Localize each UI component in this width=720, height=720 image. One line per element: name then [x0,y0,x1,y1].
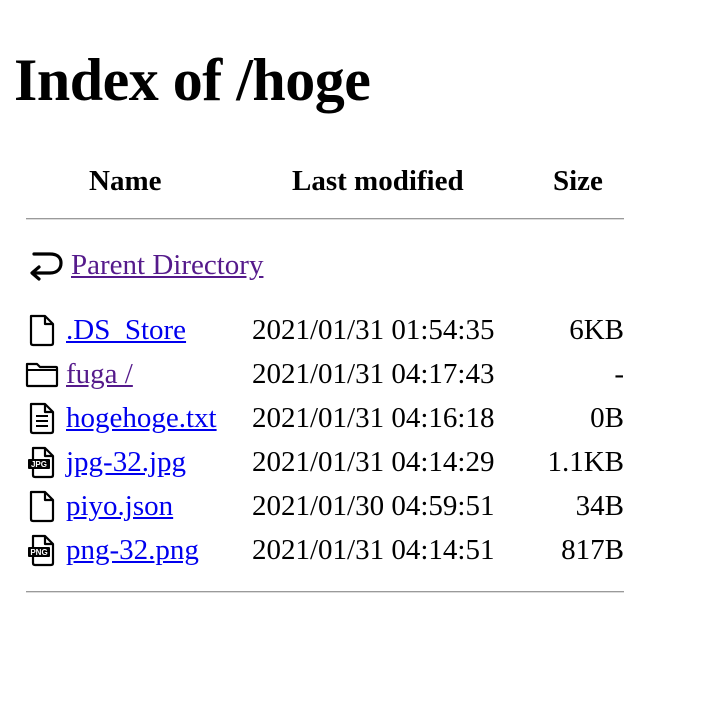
parent-directory-link[interactable]: Parent Directory [71,246,263,284]
file-row[interactable]: fuga / 2021/01/31 04:17:43 - [0,356,720,400]
folder-link[interactable]: fuga / [66,356,133,392]
file-link[interactable]: hogehoge.txt [66,400,217,436]
file-modified: 2021/01/30 04:59:51 [252,490,495,522]
file-size: 817B [561,534,624,566]
file-row[interactable]: hogehoge.txt 2021/01/31 04:16:18 0B [0,400,720,444]
jpg-file-icon[interactable]: JPG [27,445,57,479]
file-row[interactable]: .DS_Store 2021/01/31 01:54:35 6KB [0,312,720,356]
file-size: 0B [590,402,624,434]
file-link[interactable]: jpg-32.jpg [66,444,186,480]
jpg-badge-text: JPG [31,460,47,469]
directory-listing-page: Index of /hoge Name Last modified Size P… [0,0,720,720]
file-size: - [614,358,624,390]
folder-icon[interactable] [25,357,59,391]
file-size: 34B [575,490,624,522]
file-icon[interactable] [27,313,57,347]
png-badge-text: PNG [30,548,47,557]
text-file-icon[interactable] [27,401,57,435]
footer-divider [26,591,624,593]
png-file-icon[interactable]: PNG [27,533,57,567]
header-divider [26,218,624,220]
file-link[interactable]: piyo.json [66,488,173,524]
file-modified: 2021/01/31 04:16:18 [252,402,495,434]
back-arrow-icon[interactable] [28,246,64,282]
page-title: Index of /hoge [14,47,371,113]
column-header-size: Size [553,165,603,197]
file-size: 1.1KB [547,446,624,478]
file-modified: 2021/01/31 04:14:51 [252,534,495,566]
column-header-name: Name [89,165,162,197]
file-link[interactable]: .DS_Store [66,312,186,348]
file-row[interactable]: PNG png-32.png 2021/01/31 04:14:51 817B [0,532,720,576]
file-row[interactable]: JPG jpg-32.jpg 2021/01/31 04:14:29 1.1KB [0,444,720,488]
file-row[interactable]: piyo.json 2021/01/30 04:59:51 34B [0,488,720,532]
file-modified: 2021/01/31 04:17:43 [252,358,495,390]
file-modified: 2021/01/31 04:14:29 [252,446,495,478]
file-size: 6KB [569,314,624,346]
column-header-last-modified: Last modified [292,165,464,197]
file-link[interactable]: png-32.png [66,532,199,568]
file-icon[interactable] [27,489,57,523]
file-modified: 2021/01/31 01:54:35 [252,314,495,346]
